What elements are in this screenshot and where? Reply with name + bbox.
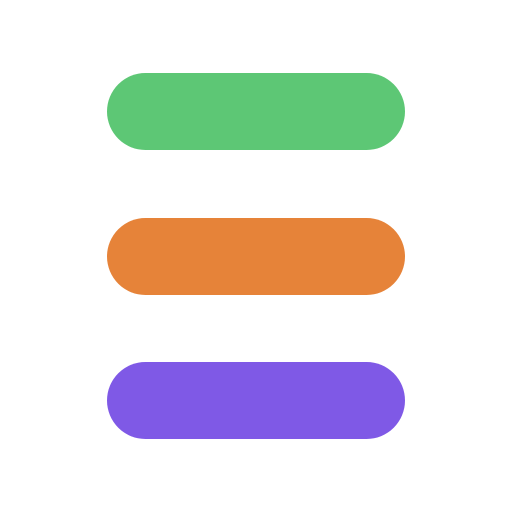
orange-bar xyxy=(107,218,405,295)
green-bar xyxy=(107,73,405,150)
menu-bars-icon xyxy=(0,0,512,512)
purple-bar xyxy=(107,362,405,439)
